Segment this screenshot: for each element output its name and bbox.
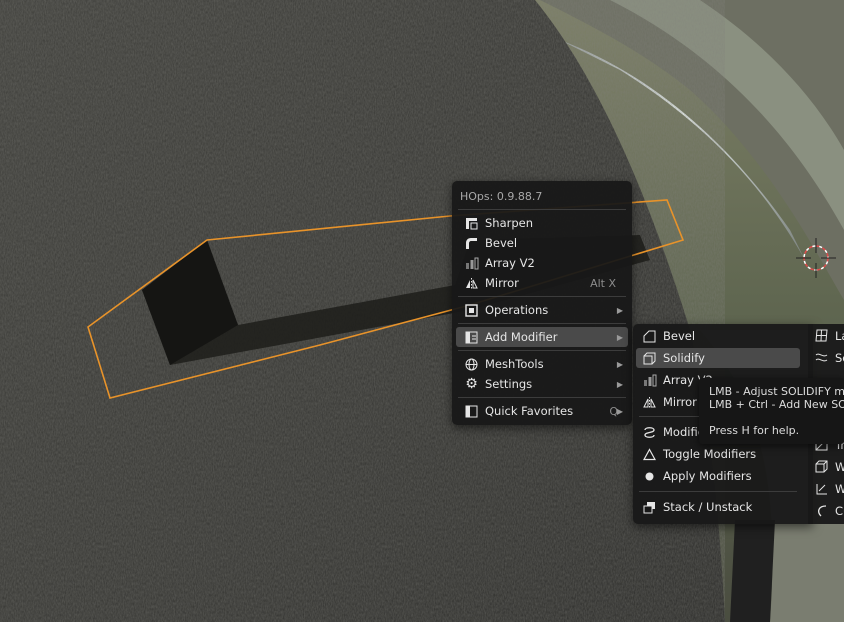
divider xyxy=(458,296,626,297)
menu-item-bevel[interactable]: Bevel xyxy=(456,233,628,253)
array-icon xyxy=(464,256,479,271)
3d-viewport[interactable] xyxy=(0,0,844,622)
menu-item-array-v2[interactable]: Array V2 xyxy=(456,253,628,273)
tooltip-help: Press H for help. xyxy=(709,424,800,437)
menu-item-sharpen[interactable]: Sharpen xyxy=(456,213,628,233)
divider xyxy=(458,209,626,210)
menu-item-quick-favorites[interactable]: Quick Favorites Q ▶ xyxy=(456,401,628,421)
submenu-item-solidify[interactable]: Solidify xyxy=(636,348,800,368)
submenu-item-toggle-modifiers[interactable]: Toggle Modifiers xyxy=(636,444,800,464)
submenu-arrow-icon: ▶ xyxy=(616,332,623,342)
submenu-arrow-icon: ▶ xyxy=(616,359,623,369)
mirror-icon xyxy=(464,276,479,291)
hops-menu: HOps: 0.9.88.7 Sharpen Bevel Array V2 Mi… xyxy=(452,181,632,425)
menu-item-settings[interactable]: ⚙ Settings ▶ xyxy=(456,374,628,394)
curve-icon xyxy=(814,503,829,518)
tooltip-line-2: LMB + Ctrl - Add New SO xyxy=(709,398,844,411)
bevel-icon xyxy=(464,236,479,251)
divider xyxy=(458,323,626,324)
menu-item-operations[interactable]: Operations ▶ xyxy=(456,300,628,320)
submenu-arrow-icon: ▶ xyxy=(616,305,623,315)
column-item[interactable]: Sc xyxy=(814,350,844,365)
menu-title: HOps: 0.9.88.7 xyxy=(460,190,543,203)
dot-icon xyxy=(642,469,657,484)
cube-icon xyxy=(814,459,829,474)
globe-icon xyxy=(464,357,479,372)
column-item[interactable]: Cu xyxy=(814,503,844,518)
menu-item-meshtools[interactable]: MeshTools ▶ xyxy=(456,354,628,374)
solidify-tooltip: LMB - Adjust SOLIDIFY m LMB + Ctrl - Add… xyxy=(699,378,844,444)
mirror-icon xyxy=(642,395,657,410)
modifier-list-icon xyxy=(642,425,657,440)
divider xyxy=(458,350,626,351)
divider xyxy=(458,397,626,398)
array-icon xyxy=(642,373,657,388)
solidify-icon xyxy=(642,351,657,366)
lattice-icon xyxy=(814,328,829,343)
submenu-item-apply-modifiers[interactable]: Apply Modifiers xyxy=(636,466,800,486)
shortcut-hint: Alt X xyxy=(590,276,616,290)
column-item[interactable]: W xyxy=(814,481,844,496)
menu-item-add-modifier[interactable]: Add Modifier ▶ xyxy=(456,327,628,347)
tooltip-line-1: LMB - Adjust SOLIDIFY m xyxy=(709,385,844,398)
gear-icon: ⚙ xyxy=(465,376,478,392)
add-modifier-icon xyxy=(464,330,479,345)
column-item[interactable]: W xyxy=(814,459,844,474)
column-item[interactable]: La xyxy=(814,328,844,343)
submenu-item-bevel[interactable]: Bevel xyxy=(636,326,800,346)
bevel-icon xyxy=(642,329,657,344)
triangle-icon xyxy=(642,447,657,462)
operations-icon xyxy=(464,303,479,318)
stack-icon xyxy=(642,500,657,515)
divider xyxy=(639,491,797,492)
menu-item-mirror[interactable]: Mirror Alt X xyxy=(456,273,628,293)
submenu-arrow-icon: ▶ xyxy=(616,406,623,416)
viewport-scene xyxy=(0,0,844,622)
wave-icon xyxy=(814,350,829,365)
submenu-item-stack-unstack[interactable]: Stack / Unstack xyxy=(636,497,800,517)
favorites-icon xyxy=(464,404,479,419)
weld-icon xyxy=(814,481,829,496)
sharpen-icon xyxy=(464,216,479,231)
submenu-arrow-icon: ▶ xyxy=(616,379,623,389)
